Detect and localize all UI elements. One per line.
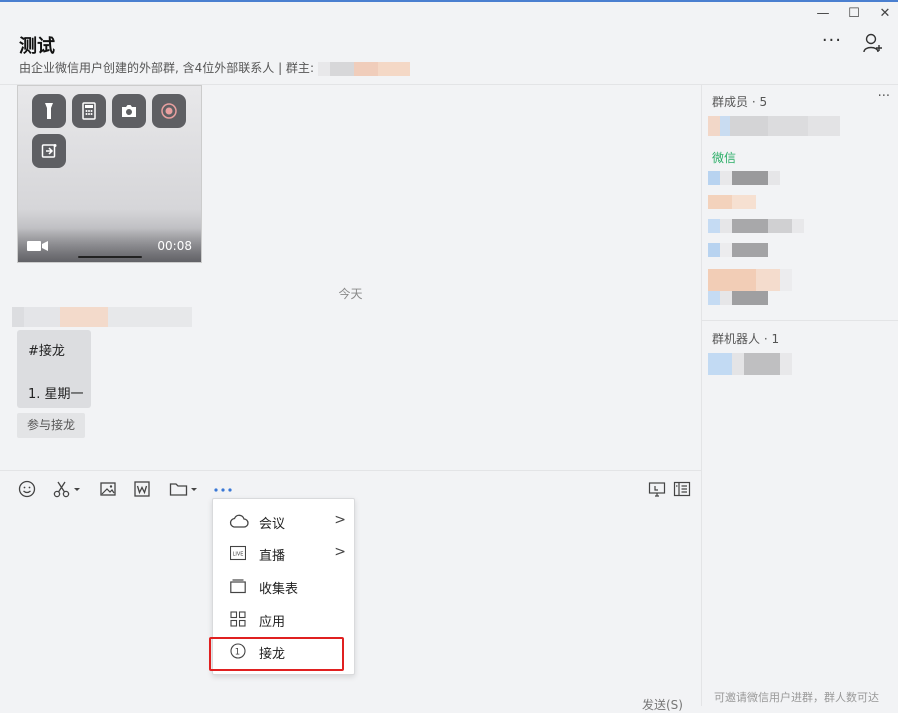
video-duration: 00:08: [157, 239, 192, 253]
chevron-right-icon: >: [334, 544, 346, 560]
menu-label: 会议: [259, 517, 286, 532]
scissors-icon[interactable]: [53, 480, 81, 498]
members-header: 群成员 · 5: [712, 95, 768, 109]
screen-mirror-icon: [32, 134, 66, 168]
invite-hint: 可邀请微信用户进群，群人数可达: [714, 691, 879, 704]
input-divider: [0, 470, 701, 471]
word-doc-icon[interactable]: [133, 480, 151, 498]
apps-grid-icon: [230, 611, 246, 627]
menu-label: 直播: [259, 549, 286, 564]
live-badge: LIVE: [233, 552, 244, 558]
video-message[interactable]: 00:08: [17, 85, 202, 263]
folder-icon[interactable]: [169, 480, 199, 498]
screen-record-icon: [152, 94, 186, 128]
cloud-icon: [229, 514, 249, 528]
relay-message-bubble[interactable]: #接龙 1. 星期一: [17, 330, 91, 408]
menu-item-meeting[interactable]: 会议 >: [213, 506, 354, 536]
date-separator: 今天: [338, 287, 363, 301]
menu-label: 应用: [259, 615, 286, 630]
robots-header: 群机器人 · 1: [712, 332, 780, 346]
window-top-accent: [0, 0, 898, 2]
more-dots-icon[interactable]: [213, 480, 233, 498]
chat-history[interactable]: 00:08 今天 #接龙 1. 星期一 参与接龙: [0, 85, 701, 470]
wechat-section-label: 微信: [712, 151, 737, 165]
menu-item-live[interactable]: LIVE 直播 >: [213, 538, 354, 568]
chevron-right-icon: >: [334, 512, 346, 528]
group-members-panel: 群成员 · 5 ··· 微信 群机器人 · 1 可邀请微信用户进群，群人数可达: [702, 85, 898, 706]
relay-highlight-box: [209, 637, 344, 671]
image-icon[interactable]: [99, 480, 117, 498]
close-button[interactable]: ✕: [877, 6, 893, 22]
video-camera-icon: [27, 241, 48, 251]
page-title: 测试: [19, 36, 55, 57]
members-more-icon[interactable]: ···: [878, 89, 890, 104]
chat-header: 测试 由企业微信用户创建的外部群, 含4位外部联系人 | 群主: ···: [0, 22, 898, 85]
emoji-icon[interactable]: [18, 480, 36, 498]
more-options-icon[interactable]: ···: [822, 30, 842, 51]
send-button[interactable]: 发送(S): [642, 696, 683, 713]
relay-message-entry: 1. 星期一: [28, 387, 84, 402]
member-row[interactable]: [708, 171, 780, 185]
group-description: 由企业微信用户创建的外部群, 含4位外部联系人 | 群主:: [19, 61, 314, 75]
screen-share-icon[interactable]: [648, 480, 666, 498]
minimize-button[interactable]: —: [815, 6, 831, 22]
live-icon: LIVE: [230, 545, 246, 561]
add-member-icon[interactable]: [862, 32, 884, 54]
member-row[interactable]: [708, 243, 768, 257]
sender-name-blurred: [12, 307, 192, 327]
maximize-button[interactable]: ☐: [846, 6, 862, 22]
relay-message-title: #接龙: [28, 344, 65, 359]
member-row[interactable]: [708, 195, 756, 209]
form-icon: [230, 579, 246, 594]
menu-item-form[interactable]: 收集表: [213, 571, 354, 601]
member-row[interactable]: [708, 269, 792, 291]
calculator-icon: [72, 94, 106, 128]
chat-record-icon[interactable]: [673, 480, 691, 498]
member-row[interactable]: [708, 116, 840, 136]
robot-row[interactable]: [708, 353, 792, 375]
member-row[interactable]: [708, 219, 804, 233]
menu-item-apps[interactable]: 应用: [213, 604, 354, 634]
panel-divider: [702, 320, 898, 321]
menu-label: 收集表: [259, 582, 299, 597]
group-subtitle: 由企业微信用户创建的外部群, 含4位外部联系人 | 群主:: [19, 59, 410, 76]
join-relay-button[interactable]: 参与接龙: [17, 413, 85, 438]
video-home-indicator: [78, 256, 142, 258]
flashlight-icon: [32, 94, 66, 128]
camera-icon: [112, 94, 146, 128]
owner-name-blurred: [317, 61, 410, 76]
member-row[interactable]: [708, 291, 768, 305]
